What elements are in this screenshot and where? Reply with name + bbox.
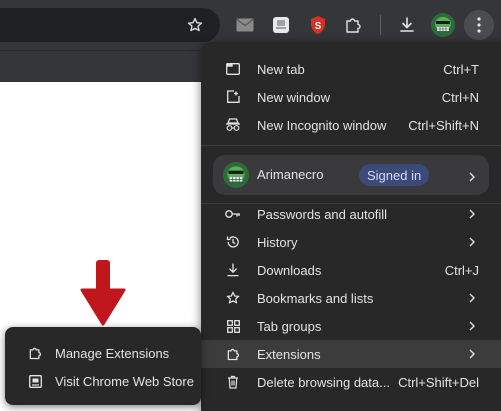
shield-extension-icon[interactable]: S bbox=[305, 12, 331, 38]
menu-item-label: Tab groups bbox=[257, 318, 322, 334]
extensions-submenu: Manage Extensions Visit Chrome Web Store bbox=[5, 327, 201, 405]
menu-item-label: Downloads bbox=[257, 262, 322, 278]
history-icon bbox=[225, 234, 241, 250]
profile-name: Arimanecro bbox=[257, 167, 324, 182]
menu-item-passwords[interactable]: Passwords and autofill bbox=[201, 200, 501, 228]
notes-icon[interactable] bbox=[268, 12, 294, 38]
menu-item-bookmarks[interactable]: Bookmarks and lists bbox=[201, 284, 501, 312]
submenu-item-label: Visit Chrome Web Store bbox=[55, 373, 194, 389]
chevron-right-icon bbox=[467, 349, 477, 359]
new-window-icon bbox=[225, 89, 241, 105]
menu-item-label: New Incognito window bbox=[257, 117, 387, 133]
chevron-right-icon bbox=[467, 321, 477, 331]
menu-item-shortcut: Ctrl+T bbox=[443, 61, 479, 77]
mail-icon[interactable] bbox=[232, 12, 258, 38]
key-icon bbox=[225, 206, 241, 222]
puzzle-icon bbox=[27, 345, 43, 361]
menu-item-tab-groups[interactable]: Tab groups bbox=[201, 312, 501, 340]
chevron-right-icon bbox=[467, 209, 477, 219]
profile-row[interactable]: Arimanecro Signed in bbox=[213, 155, 489, 195]
menu-item-label: Extensions bbox=[257, 346, 321, 362]
menu-item-label: History bbox=[257, 234, 298, 250]
star-icon bbox=[225, 290, 241, 306]
menu-item-extensions[interactable]: Extensions bbox=[201, 340, 501, 368]
new-tab-icon bbox=[225, 61, 241, 77]
profile-avatar bbox=[223, 162, 249, 188]
incognito-icon bbox=[225, 117, 241, 133]
chevron-right-icon bbox=[467, 170, 477, 182]
web-store-icon bbox=[27, 373, 43, 389]
menu-item-label: Bookmarks and lists bbox=[257, 290, 374, 306]
trash-icon bbox=[225, 374, 241, 390]
menu-item-shortcut: Ctrl+Shift+N bbox=[408, 117, 479, 133]
chrome-main-menu: New tab Ctrl+T New window Ctrl+N New Inc… bbox=[201, 42, 501, 411]
chevron-right-icon bbox=[467, 237, 477, 247]
puzzle-icon bbox=[225, 346, 241, 362]
menu-item-history[interactable]: History bbox=[201, 228, 501, 256]
menu-item-new-window[interactable]: New window Ctrl+N bbox=[201, 83, 501, 111]
star-icon[interactable] bbox=[182, 12, 208, 38]
submenu-item-manage-extensions[interactable]: Manage Extensions bbox=[5, 339, 201, 367]
menu-separator bbox=[201, 145, 501, 146]
menu-item-new-incognito[interactable]: New Incognito window Ctrl+Shift+N bbox=[201, 111, 501, 139]
svg-text:S: S bbox=[315, 21, 322, 32]
profile-avatar[interactable] bbox=[430, 12, 456, 38]
tab-groups-icon bbox=[225, 318, 241, 334]
menu-item-shortcut: Ctrl+J bbox=[444, 262, 479, 278]
menu-item-downloads[interactable]: Downloads Ctrl+J bbox=[201, 256, 501, 284]
download-icon bbox=[225, 262, 241, 278]
menu-item-label: Passwords and autofill bbox=[257, 206, 388, 222]
signed-in-badge: Signed in bbox=[359, 164, 430, 186]
menu-item-label: New window bbox=[257, 89, 330, 105]
toolbar-divider bbox=[380, 15, 381, 35]
submenu-item-label: Manage Extensions bbox=[55, 345, 170, 361]
menu-item-shortcut: Ctrl+Shift+Del bbox=[398, 374, 479, 390]
menu-item-delete-browsing-data[interactable]: Delete browsing data... Ctrl+Shift+Del bbox=[201, 368, 501, 396]
menu-item-label: New tab bbox=[257, 61, 305, 77]
kebab-menu-icon[interactable] bbox=[464, 10, 494, 40]
download-icon[interactable] bbox=[394, 12, 420, 38]
submenu-item-web-store[interactable]: Visit Chrome Web Store bbox=[5, 367, 201, 395]
menu-item-shortcut: Ctrl+N bbox=[441, 89, 479, 105]
puzzle-icon[interactable] bbox=[340, 12, 366, 38]
menu-item-label: Delete browsing data... bbox=[257, 374, 390, 390]
chevron-right-icon bbox=[467, 293, 477, 303]
red-arrow-annotation bbox=[80, 258, 126, 328]
menu-item-new-tab[interactable]: New tab Ctrl+T bbox=[201, 55, 501, 83]
